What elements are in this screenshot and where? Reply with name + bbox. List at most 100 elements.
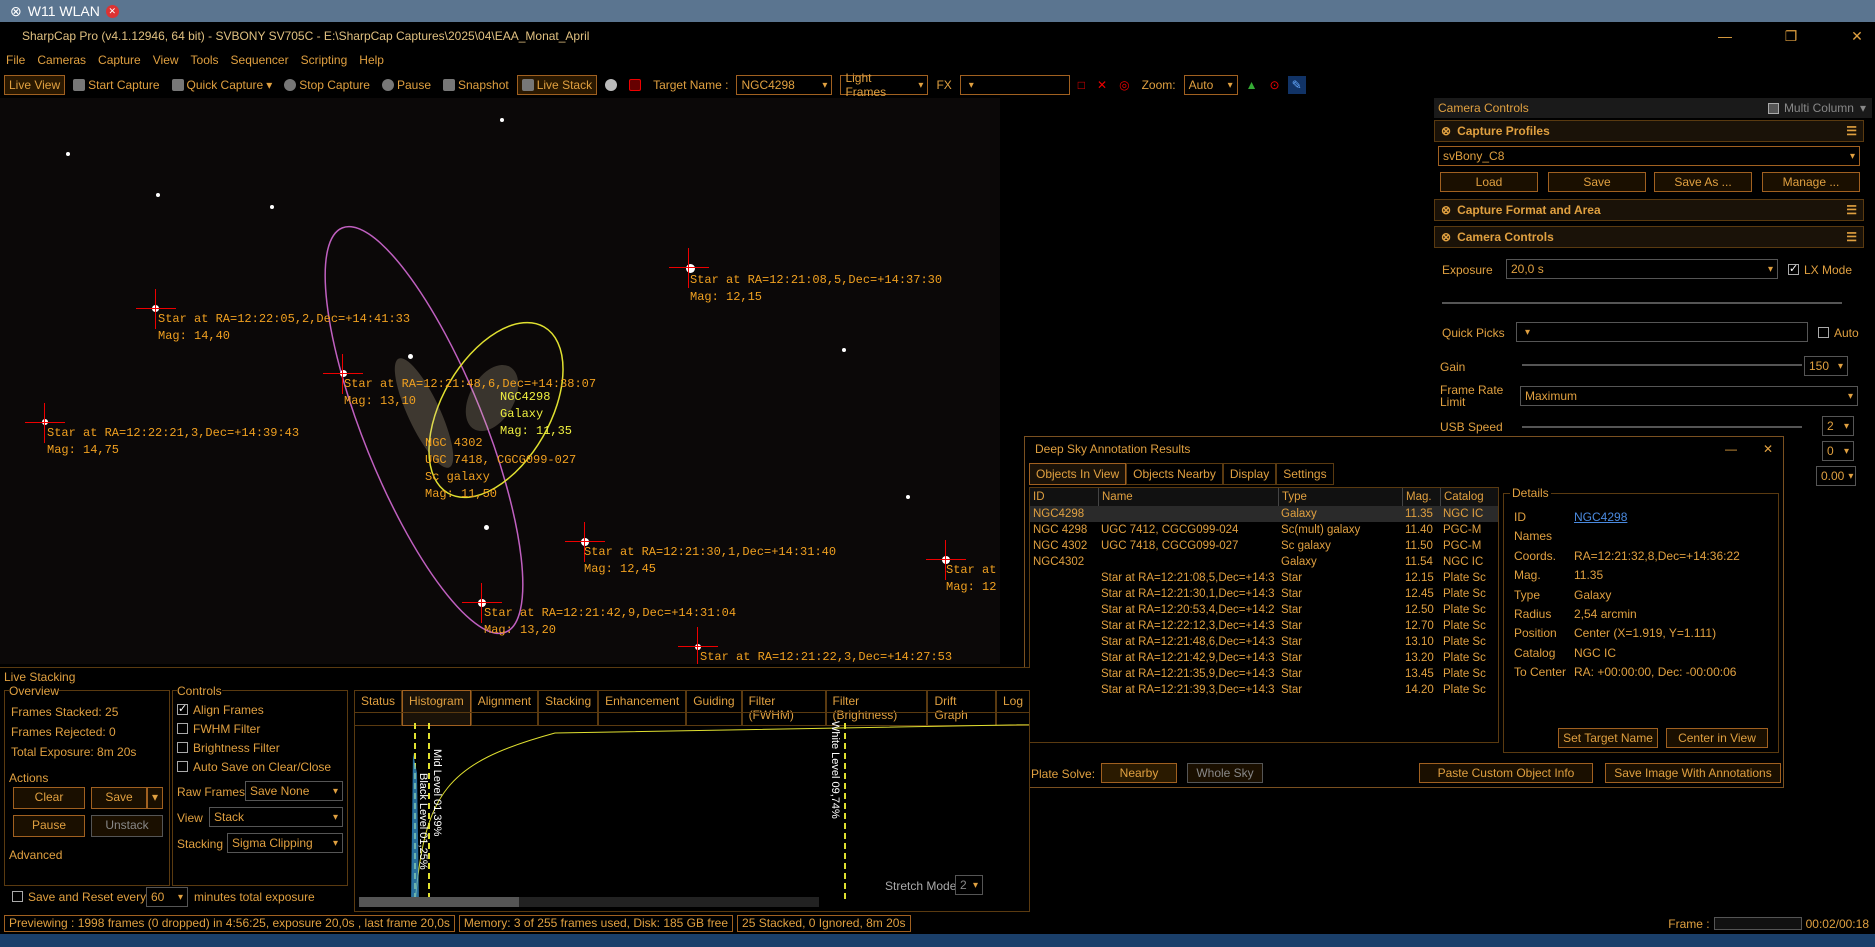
exposure-input[interactable]: 20,0 s: [1506, 259, 1778, 279]
capture-profiles-header[interactable]: ⊗ Capture Profiles ☰: [1434, 120, 1864, 142]
minimize-button[interactable]: —: [1707, 28, 1743, 44]
target-name-select[interactable]: NGC4298: [736, 75, 833, 95]
set-target-name-button[interactable]: Set Target Name: [1558, 728, 1658, 748]
paste-custom-object-button[interactable]: Paste Custom Object Info: [1419, 763, 1593, 783]
ngc-icon[interactable]: [625, 77, 645, 93]
table-row[interactable]: Star at RA=12:21:42,9,Dec=+14:3 Star 13.20…: [1030, 650, 1498, 666]
chevron-down-icon[interactable]: ▾: [266, 78, 272, 92]
tab-display[interactable]: Display: [1222, 463, 1277, 485]
table-row[interactable]: Star at RA=12:21:48,6,Dec=+14:3 Star 13.10…: [1030, 634, 1498, 650]
col-mag[interactable]: Mag.: [1402, 488, 1440, 506]
fwhm-checkbox[interactable]: [177, 723, 188, 734]
save-as-profile-button[interactable]: Save As ...: [1654, 172, 1752, 192]
load-profile-button[interactable]: Load: [1440, 172, 1538, 192]
raw-frames-select[interactable]: Save None: [245, 781, 343, 801]
menu-icon[interactable]: ☰: [1846, 124, 1857, 138]
maximize-button[interactable]: ❐: [1773, 28, 1809, 45]
menu-file[interactable]: File: [0, 53, 31, 67]
close-button[interactable]: ✕: [1763, 442, 1773, 456]
save-dropdown-icon[interactable]: ▾: [147, 787, 163, 809]
gain-slider[interactable]: [1522, 364, 1802, 366]
table-row[interactable]: NGC4298 Galaxy 11.35 NGC IC: [1030, 506, 1498, 522]
clear-button[interactable]: Clear: [13, 787, 85, 809]
table-row[interactable]: Star at RA=12:21:39,3,Dec=+14:3 Star 14.20…: [1030, 682, 1498, 698]
grid-icon[interactable]: ✕: [1093, 76, 1111, 94]
pause-button[interactable]: Pause: [378, 76, 435, 94]
table-row[interactable]: NGC4302 Galaxy 11.54 NGC IC: [1030, 554, 1498, 570]
nearby-solve-button[interactable]: Nearby: [1101, 763, 1177, 783]
table-row[interactable]: Star at RA=12:21:35,9,Dec=+14:3 Star 13.45…: [1030, 666, 1498, 682]
save-reset-checkbox-wrap[interactable]: Save and Reset every: [12, 890, 146, 904]
auto-checkbox[interactable]: [1818, 327, 1829, 338]
stop-capture-button[interactable]: Stop Capture: [280, 76, 374, 94]
whole-sky-solve-button[interactable]: Whole Sky: [1187, 763, 1263, 783]
focus-icon[interactable]: ◎: [1115, 76, 1133, 94]
save-profile-button[interactable]: Save: [1548, 172, 1646, 192]
save-button[interactable]: Save: [91, 787, 147, 809]
reticle-icon[interactable]: □: [1074, 76, 1089, 94]
snapshot-button[interactable]: Snapshot: [439, 76, 513, 94]
histogram-scrollbar[interactable]: [359, 897, 819, 907]
stretch-mode-select[interactable]: 2: [955, 875, 983, 895]
multi-column-checkbox[interactable]: [1767, 102, 1779, 114]
table-row[interactable]: Star at RA=12:21:08,5,Dec=+14:3 Star 12.15…: [1030, 570, 1498, 586]
align-frames-wrap[interactable]: Align Frames: [177, 702, 264, 717]
menu-icon[interactable]: ☰: [1846, 203, 1857, 217]
minimize-button[interactable]: —: [1725, 442, 1737, 456]
col-name[interactable]: Name: [1098, 488, 1278, 506]
auto-checkbox-wrap[interactable]: Auto: [1818, 326, 1859, 340]
brightness-wrap[interactable]: Brightness Filter: [177, 741, 280, 755]
tab-objects-nearby[interactable]: Objects Nearby: [1126, 463, 1223, 485]
quick-capture-button[interactable]: Quick Capture ▾: [168, 76, 277, 94]
menu-cameras[interactable]: Cameras: [31, 53, 92, 67]
usb-speed-slider[interactable]: [1522, 426, 1802, 428]
unstack-button[interactable]: Unstack: [91, 815, 163, 837]
close-tab-icon[interactable]: ✕: [105, 4, 119, 18]
close-button[interactable]: ✕: [1839, 28, 1875, 45]
align-frames-checkbox[interactable]: [177, 702, 188, 715]
table-row[interactable]: Star at RA=12:21:30,1,Dec=+14:3 Star 12.45…: [1030, 586, 1498, 602]
scrollbar-thumb[interactable]: [359, 897, 519, 907]
brightness-checkbox[interactable]: [177, 742, 188, 753]
frame-type-select[interactable]: Light Frames: [840, 71, 929, 99]
save-image-annotations-button[interactable]: Save Image With Annotations: [1605, 763, 1781, 783]
save-reset-checkbox[interactable]: [12, 891, 23, 902]
remote-tab[interactable]: ⊗ W11 WLAN ✕: [4, 2, 125, 20]
quick-picks-select[interactable]: [1516, 322, 1808, 342]
chevron-down-icon[interactable]: ▾: [1860, 101, 1866, 115]
stacking-select[interactable]: Sigma Clipping: [227, 833, 343, 853]
profile-select[interactable]: svBony_C8: [1438, 146, 1860, 166]
pause-stack-button[interactable]: Pause: [13, 815, 85, 837]
target-icon[interactable]: [601, 77, 621, 93]
zoom-select[interactable]: Auto: [1183, 75, 1238, 95]
fx-select[interactable]: [959, 75, 1070, 95]
tab-settings[interactable]: Settings: [1276, 463, 1334, 485]
manage-profiles-button[interactable]: Manage ...: [1762, 172, 1860, 192]
col-id[interactable]: ID: [1030, 488, 1098, 506]
histogram-icon[interactable]: ▲: [1242, 76, 1262, 94]
lx-mode-checkbox-wrap[interactable]: LX Mode: [1788, 262, 1852, 277]
image-view[interactable]: Star at RA=12:21:08,5,Dec=+14:37:30 Mag:…: [0, 98, 1000, 664]
col-catalog[interactable]: Catalog: [1440, 488, 1486, 506]
menu-view[interactable]: View: [147, 53, 185, 67]
menu-icon[interactable]: ☰: [1846, 230, 1857, 244]
save-reset-minutes-input[interactable]: 60: [146, 887, 188, 907]
table-row[interactable]: NGC 4302 UGC 7418, CGCG099-027 Sc galaxy 11…: [1030, 538, 1498, 554]
table-row[interactable]: NGC 4298 UGC 7412, CGCG099-024 Sc(mult) ga…: [1030, 522, 1498, 538]
capture-format-header[interactable]: ⊗ Capture Format and Area ☰: [1434, 199, 1864, 221]
view-select[interactable]: Stack: [209, 807, 343, 827]
table-row[interactable]: Star at RA=12:20:53,4,Dec=+14:2 Star 12.50…: [1030, 602, 1498, 618]
menu-help[interactable]: Help: [353, 53, 390, 67]
menu-tools[interactable]: Tools: [185, 53, 225, 67]
fwhm-wrap[interactable]: FWHM Filter: [177, 722, 260, 736]
detail-value[interactable]: NGC4298: [1574, 508, 1627, 527]
menu-scripting[interactable]: Scripting: [295, 53, 354, 67]
usb-speed-input[interactable]: 2: [1822, 416, 1854, 436]
autosave-checkbox[interactable]: [177, 761, 188, 772]
control-value-input[interactable]: 0: [1822, 441, 1854, 461]
col-type[interactable]: Type: [1278, 488, 1402, 506]
gain-input[interactable]: 150: [1804, 356, 1848, 376]
table-row[interactable]: Star at RA=12:22:12,3,Dec=+14:3 Star 12.70…: [1030, 618, 1498, 634]
control-value-input[interactable]: 0.00: [1816, 466, 1856, 486]
autosave-wrap[interactable]: Auto Save on Clear/Close: [177, 760, 331, 774]
